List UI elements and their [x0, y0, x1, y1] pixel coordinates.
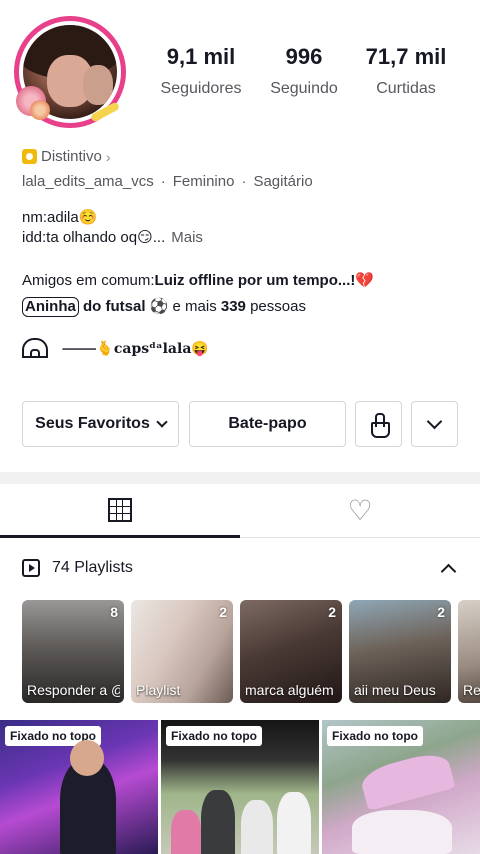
bio: nm:adila☺️ idd:ta olhando oq😏... Mais — [22, 208, 203, 248]
playlist-icon — [22, 559, 40, 577]
username: lala_edits_ama_vcs — [22, 173, 154, 190]
video-thumbnail[interactable]: Fixado no topo — [0, 720, 158, 854]
followers-label: Seguidores — [160, 80, 242, 97]
pinned-badge: Fixado no topo — [327, 726, 423, 746]
playlists-header[interactable]: 74 Playlists — [22, 554, 458, 582]
chat-label: Bate-papo — [228, 415, 307, 432]
playlists-count-label: 74 Playlists — [52, 559, 133, 576]
mutual-friends-prefix: Amigos em comum: — [22, 272, 155, 289]
playlist-video-count: 2 — [437, 604, 445, 620]
section-divider — [0, 472, 480, 484]
mutual-friends[interactable]: Amigos em comum:Luiz offline por um temp… — [22, 268, 462, 320]
chevron-down-icon — [426, 413, 443, 429]
following-label: Seguindo — [270, 80, 338, 97]
playlist-title: Playlist — [136, 682, 181, 698]
heart-icon: ♡ — [347, 495, 373, 526]
profile-links: ⸻🫰capsᵈᵃlala😝 — [22, 338, 209, 358]
poke-button[interactable] — [355, 401, 402, 447]
chevron-right-icon: › — [105, 148, 111, 165]
playlist-card[interactable]: 2 aii meu Deus — [349, 600, 451, 703]
tab-videos[interactable] — [0, 484, 240, 538]
more-options-button[interactable] — [411, 401, 458, 447]
playlist-card[interactable]: 8 Responder a @ @ Beh edits.!... — [22, 600, 124, 703]
playlist-title: Responder a @ @ Beh edits.!... — [27, 682, 120, 698]
video-thumbnail[interactable]: Fixado no topo — [161, 720, 319, 854]
following-count: 996 — [285, 44, 323, 69]
badge-link[interactable]: Distintivo › — [22, 148, 111, 165]
following-stat[interactable]: 996 Seguindo — [264, 44, 344, 98]
igloo-icon[interactable] — [22, 338, 48, 358]
video-grid: Fixado no topo Fixado no topo Fixado no … — [0, 720, 480, 854]
playlists-carousel[interactable]: 8 Responder a @ @ Beh edits.!... 2 Playl… — [22, 600, 480, 703]
favorites-button[interactable]: Seus Favoritos — [22, 401, 179, 447]
followers-stat[interactable]: 9,1 mil Seguidores — [156, 44, 246, 98]
content-tabs: ♡ — [0, 484, 480, 538]
hand-tap-icon — [369, 413, 390, 438]
mutual-friend-name: do futsal ⚽ — [78, 298, 169, 315]
profile-header: 9,1 mil Seguidores 996 Seguindo 71,7 mil… — [0, 0, 480, 130]
flower-decoration — [30, 100, 50, 120]
badge-icon — [22, 149, 37, 164]
mutual-friend-name: Luiz offline por um tempo...!💔 — [154, 272, 375, 289]
playlist-title: Res — [463, 682, 480, 698]
bio-line: idd:ta olhando oq😏... — [22, 229, 166, 246]
pinned-badge: Fixado no topo — [166, 726, 262, 746]
gender-label: Feminino — [172, 173, 235, 190]
followers-count: 9,1 mil — [166, 44, 236, 69]
mutual-friend-name-highlight: Aninha — [22, 297, 79, 317]
mutual-friends-connector: e mais — [168, 298, 221, 315]
video-thumbnail[interactable]: Fixado no topo — [322, 720, 480, 854]
favorites-label: Seus Favoritos — [35, 415, 150, 432]
badge-label: Distintivo — [41, 148, 102, 165]
likes-label: Curtidas — [376, 80, 436, 97]
playlist-title: marca alguém aí🥺❤️@— — [245, 682, 338, 698]
playlist-title: aii meu Deus — [354, 682, 436, 698]
playlist-video-count: 2 — [219, 604, 227, 620]
playlist-video-count: 8 — [110, 604, 118, 620]
bio-line: nm:adila☺️ — [22, 209, 98, 226]
profile-link-text[interactable]: ⸻🫰capsᵈᵃlala😝 — [62, 338, 209, 358]
profile-meta: lala_edits_ama_vcs · Feminino · Sagitário — [22, 173, 313, 190]
mutual-friends-count: 339 — [220, 298, 246, 315]
tab-liked[interactable]: ♡ — [240, 484, 480, 538]
playlist-video-count: 2 — [328, 604, 336, 620]
chevron-down-icon — [156, 416, 168, 428]
chevron-up-icon[interactable] — [440, 563, 457, 579]
zodiac-label: Sagitário — [253, 173, 313, 190]
playlist-card[interactable]: 2 Playlist — [131, 600, 233, 703]
playlist-card[interactable]: Res — [458, 600, 480, 703]
likes-count: 71,7 mil — [365, 44, 447, 69]
mutual-friends-suffix: pessoas — [245, 298, 306, 315]
playlist-card[interactable]: 2 marca alguém aí🥺❤️@— — [240, 600, 342, 703]
grid-icon — [108, 497, 132, 522]
chat-button[interactable]: Bate-papo — [189, 401, 346, 447]
likes-stat[interactable]: 71,7 mil Curtidas — [360, 44, 452, 98]
avatar[interactable] — [14, 16, 126, 128]
bio-more-link[interactable]: Mais — [171, 229, 203, 246]
